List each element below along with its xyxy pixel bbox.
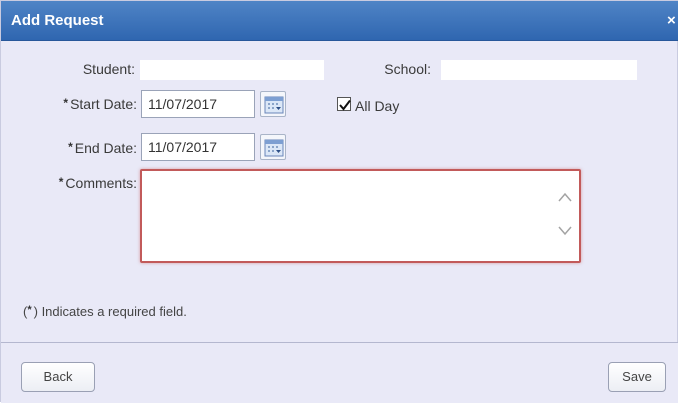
required-mark: * [68,140,73,154]
note-suffix: ) Indicates a required field. [33,304,187,319]
comments-label: * Comments: [31,175,137,191]
end-date-input[interactable]: 11/07/2017 [141,133,255,161]
add-request-dialog: Add Request × Student: School: * Start Da… [0,0,678,403]
all-day-label[interactable]: All Day [355,98,399,114]
calendar-icon [264,96,284,114]
chevron-down-icon[interactable] [557,225,573,237]
school-value-redacted [441,60,637,80]
all-day-checkbox[interactable] [337,97,351,111]
comments-label-text: Comments: [65,175,137,191]
school-label: School: [384,61,431,77]
end-date-label: * End Date: [41,140,137,156]
dialog-titlebar: Add Request × [1,1,678,41]
start-date-label: * Start Date: [41,96,137,112]
note-star: * [27,304,32,316]
student-label: Student: [82,61,135,77]
dialog-footer: Back Save [1,342,678,403]
start-date-calendar-button[interactable] [260,91,286,117]
start-date-input[interactable]: 11/07/2017 [141,90,255,118]
calendar-icon [264,139,284,157]
required-field-note: (*) Indicates a required field. [23,304,187,319]
required-mark: * [63,96,69,110]
checkmark-icon [339,99,351,111]
comments-textarea[interactable] [140,169,581,263]
close-icon[interactable]: × [667,1,678,41]
chevron-up-icon[interactable] [557,191,573,203]
required-mark: * [58,175,64,189]
dialog-title: Add Request [11,12,104,29]
back-button[interactable]: Back [21,362,95,392]
end-date-calendar-button[interactable] [260,134,286,160]
student-value-redacted [140,60,324,80]
save-button[interactable]: Save [608,362,666,392]
start-date-label-text: Start Date: [70,96,137,112]
end-date-label-text: End Date: [74,140,137,156]
